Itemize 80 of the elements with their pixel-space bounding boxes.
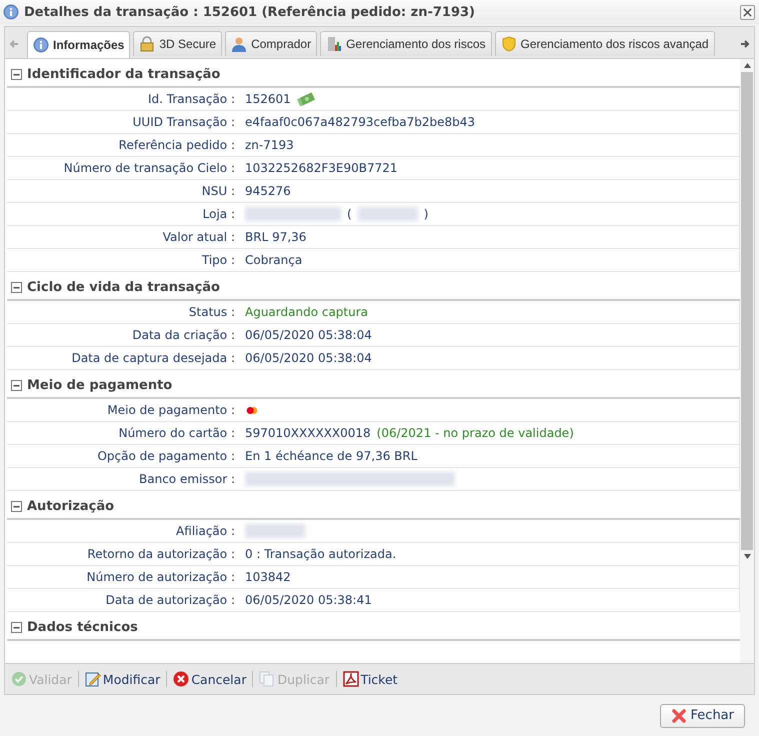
field-label: Opção de pagamento : — [96, 449, 236, 463]
tab[interactable]: Gerenciamento dos riscos avançad — [494, 31, 715, 56]
field-label: Status : — [188, 305, 236, 319]
field-value: ( — [347, 207, 352, 221]
field-value: zn-7193 — [245, 138, 294, 152]
field-label: Retorno da autorização : — [86, 547, 236, 561]
field-label: Valor atual : — [162, 230, 236, 244]
field-label: Data da criação : — [131, 328, 236, 342]
info-icon — [33, 37, 49, 53]
close-icon — [743, 8, 752, 16]
toolbar-button[interactable]: Cancelar — [173, 671, 246, 687]
field-value: En 1 échéance de 97,36 BRL — [245, 449, 418, 463]
section-title: Identificador da transação — [27, 67, 220, 82]
collapse-icon[interactable] — [11, 282, 22, 293]
toolbar-button[interactable]: Ticket — [342, 671, 398, 687]
field-label: Id. Transação : — [147, 92, 236, 106]
info-icon — [3, 4, 19, 20]
field-label: Número de autorização : — [86, 570, 236, 584]
scrollbar[interactable] — [740, 59, 754, 663]
tab[interactable]: 3D Secure — [133, 31, 222, 56]
tab[interactable]: Comprador — [225, 31, 318, 56]
cancel-icon — [173, 671, 190, 687]
field-value: ) — [424, 207, 428, 221]
field-label: Referência pedido : — [118, 138, 236, 152]
collapse-icon[interactable] — [11, 69, 22, 80]
field-label: Meio de pagamento : — [106, 403, 236, 417]
field-value: e4faaf0c067a482793cefba7b2be8b43 — [245, 115, 476, 129]
field-value: 152601 — [245, 92, 291, 106]
status-text: Aguardando captura — [245, 305, 368, 319]
close-icon — [670, 708, 687, 724]
collapse-icon[interactable] — [11, 380, 22, 391]
right-arrow-icon — [740, 39, 750, 49]
field-label: Data de autorização : — [104, 593, 236, 607]
padlock-icon — [139, 36, 156, 52]
field-value: 597010XXXXXX0018 — [245, 426, 371, 440]
redacted-value — [358, 207, 418, 221]
tab[interactable]: Gerenciamento dos riscos — [320, 31, 492, 56]
close-button[interactable] — [740, 4, 755, 20]
field-value: 0 : Transação autorizada. — [245, 547, 396, 561]
card-brand-icon — [245, 406, 259, 414]
collapse-icon[interactable] — [11, 501, 22, 512]
toolbar-button[interactable]: Modificar — [84, 671, 160, 687]
field-label: NSU : — [200, 184, 236, 198]
field-value: 06/05/2020 05:38:04 — [245, 328, 372, 342]
field-value: BRL 97,36 — [245, 230, 306, 244]
field-value: 06/05/2020 05:38:04 — [245, 351, 372, 365]
scroll-down-icon[interactable] — [744, 554, 750, 559]
tab[interactable]: Informações — [27, 31, 130, 58]
field-label: Data de captura desejada : — [70, 351, 236, 365]
field-label: Número de transação Cielo : — [62, 161, 236, 175]
field-value: 103842 — [245, 570, 291, 584]
field-label: Tipo : — [200, 253, 236, 267]
field-label: Banco emissor : — [138, 472, 236, 486]
check-icon — [11, 671, 27, 687]
scroll-up-icon[interactable] — [744, 63, 750, 68]
field-value: 06/05/2020 05:38:41 — [245, 593, 372, 607]
user-icon — [231, 36, 248, 52]
close-dialog-button[interactable]: Fechar — [660, 704, 745, 728]
collapse-icon[interactable] — [11, 622, 22, 633]
field-value: Cobrança — [245, 253, 302, 267]
field-value: 1032252682F3E90B7721 — [245, 161, 398, 175]
banknote-icon — [296, 92, 315, 106]
field-label: Afiliação : — [175, 524, 236, 538]
section-title: Meio de pagamento — [27, 378, 172, 393]
copy-icon — [259, 671, 276, 687]
section-title: Dados técnicos — [27, 620, 138, 635]
section-title: Ciclo de vida da transação — [27, 280, 220, 295]
left-arrow-icon — [9, 39, 19, 49]
edit-icon — [84, 671, 101, 687]
window-title: Detalhes da transação : 152601 (Referência pedido: zn-7193) — [24, 4, 476, 20]
bar-chart-icon — [326, 36, 342, 52]
status-text: (06/2021 - no prazo de validade) — [376, 426, 574, 440]
shield-icon — [500, 36, 516, 52]
field-value: 945276 — [245, 184, 291, 198]
pdf-icon — [342, 671, 359, 687]
field-label: Loja : — [202, 207, 236, 221]
field-label: UUID Transação : — [132, 115, 236, 129]
field-label: Número do cartão : — [118, 426, 236, 440]
section-title: Autorização — [27, 499, 114, 514]
redacted-value — [245, 524, 305, 538]
